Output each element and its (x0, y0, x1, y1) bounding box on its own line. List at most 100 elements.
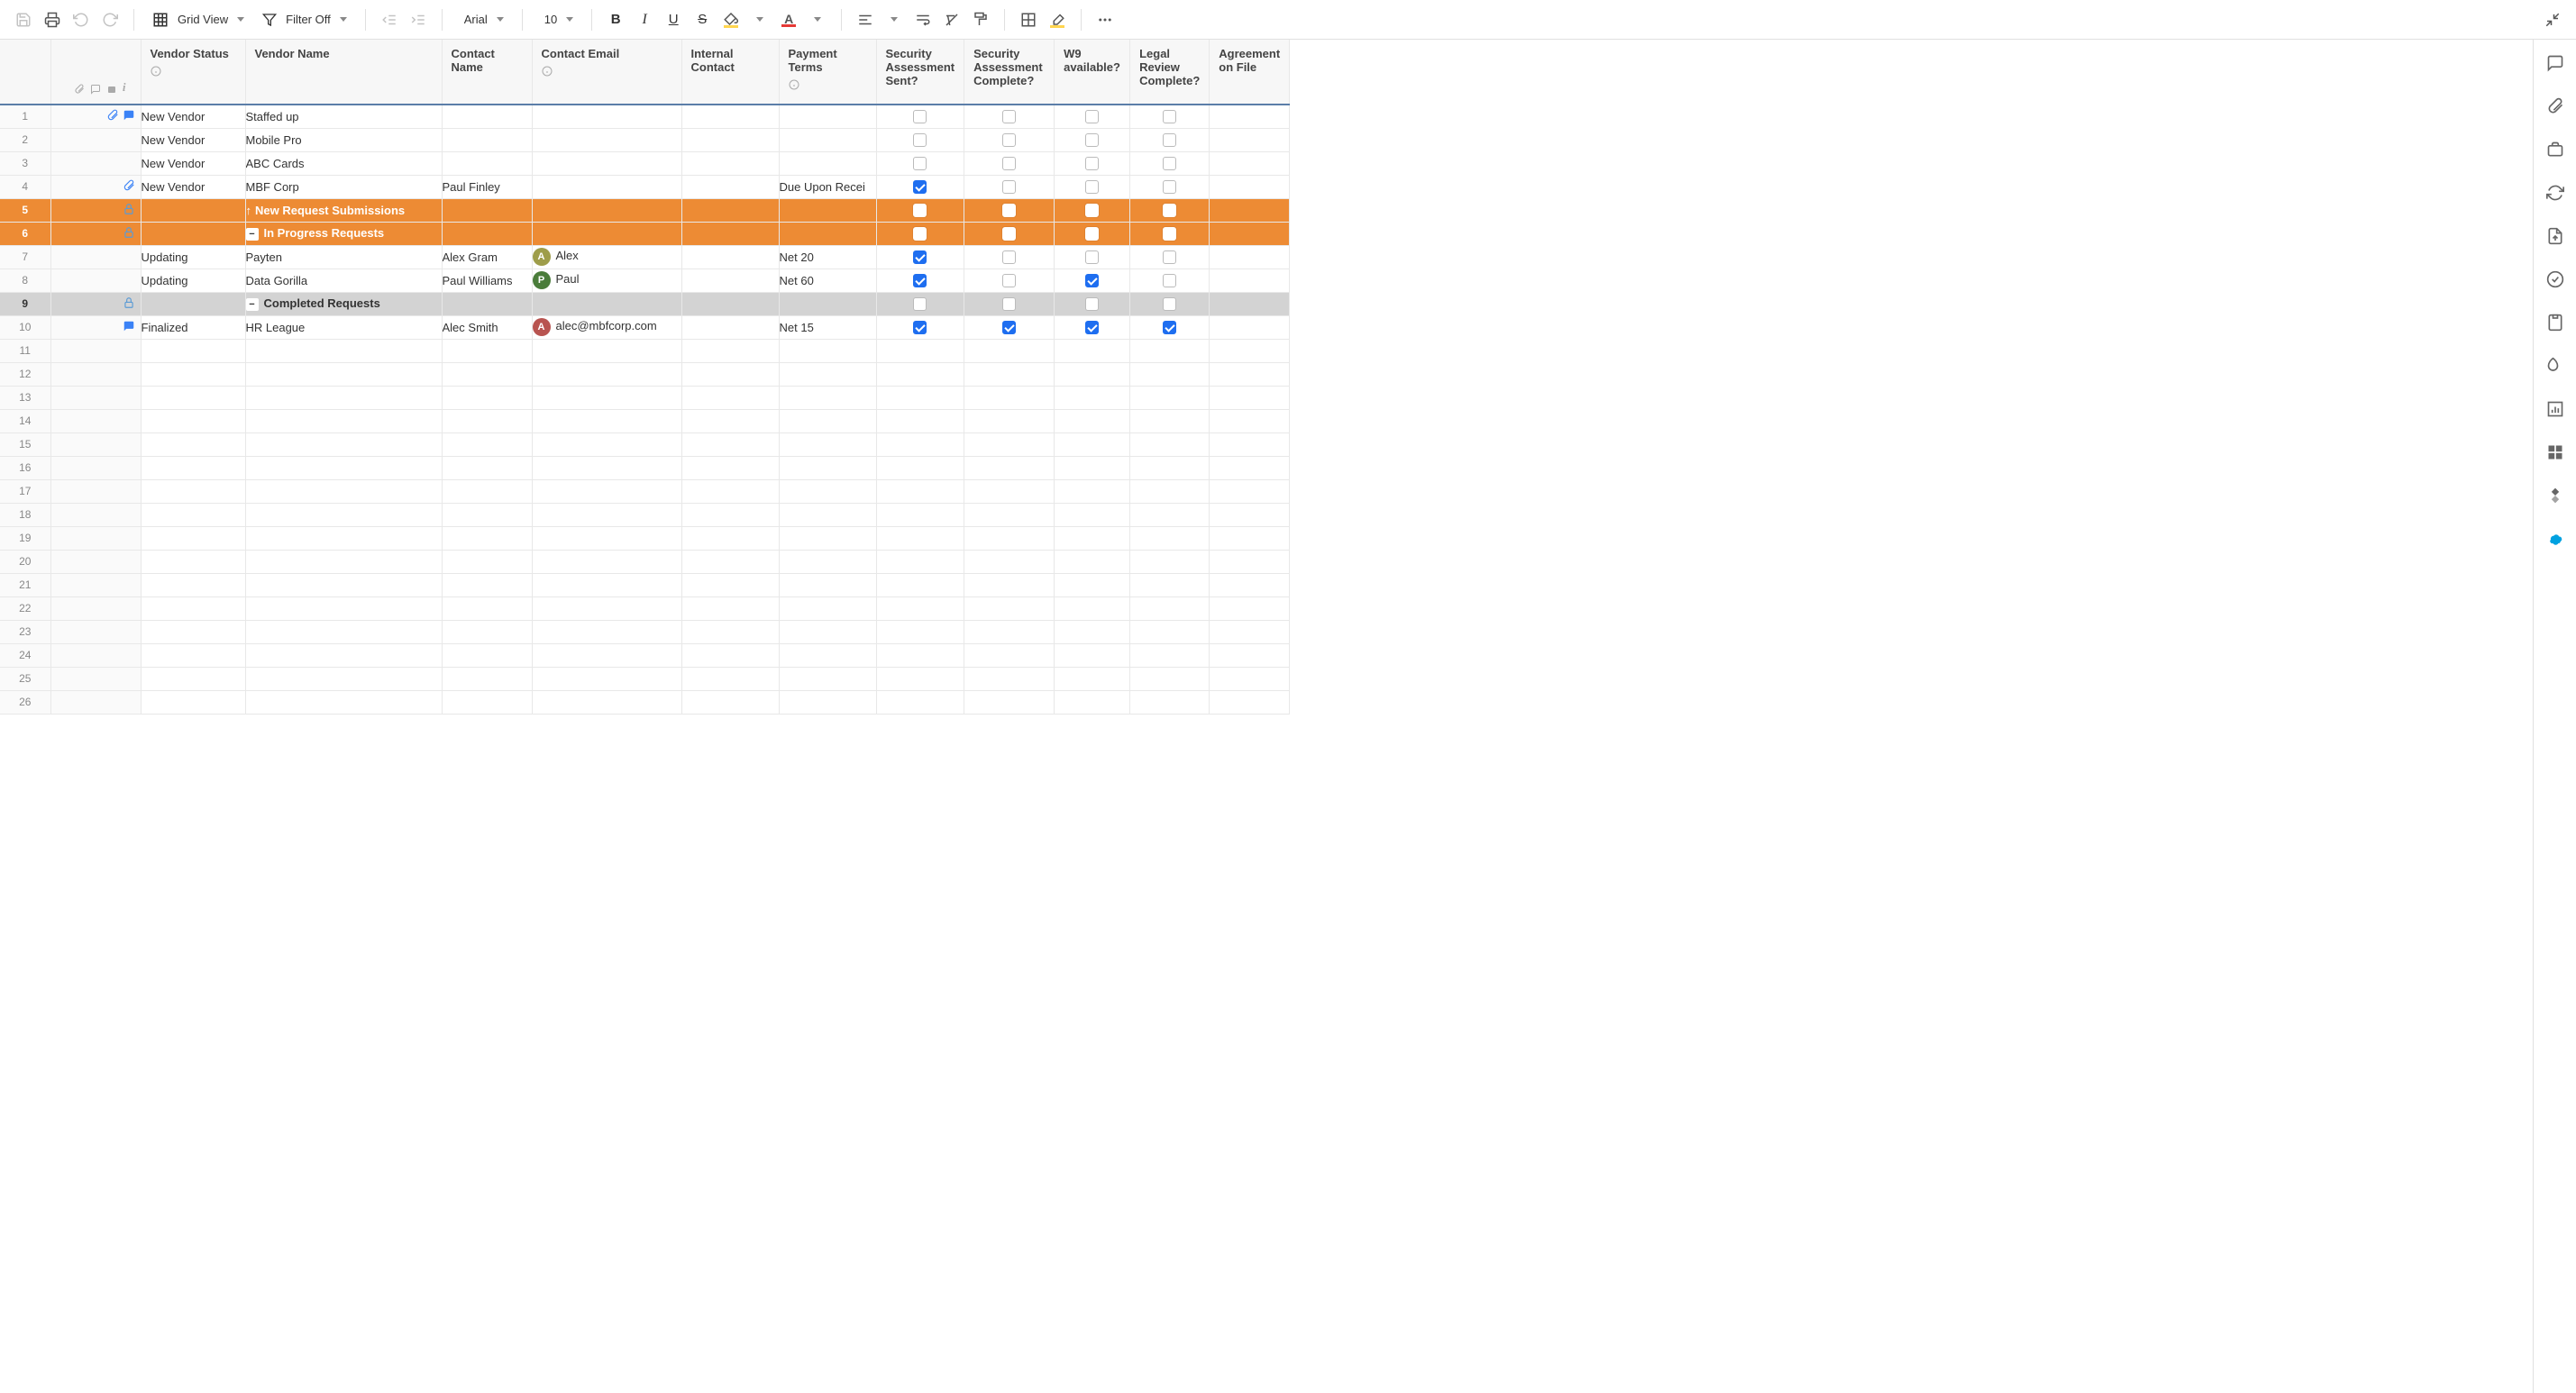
cell-vendor-status[interactable] (141, 292, 245, 315)
cell-payment-terms[interactable] (779, 105, 876, 128)
table-row[interactable]: 6 −In Progress Requests (0, 222, 1290, 245)
table-row[interactable]: 24 (0, 643, 1290, 667)
cell-vendor-name[interactable]: Payten (245, 245, 442, 269)
checkbox[interactable] (913, 297, 927, 311)
cell-contact-name[interactable] (442, 151, 532, 175)
cell-security-complete[interactable] (964, 269, 1055, 292)
cell-security-complete[interactable] (964, 315, 1055, 339)
comment-icon[interactable] (123, 320, 135, 335)
cell-legal-review[interactable] (1130, 269, 1210, 292)
table-row[interactable]: 25 (0, 667, 1290, 690)
conditional-format-icon[interactable] (1016, 7, 1041, 32)
table-row[interactable]: 4 New Vendor MBF Corp Paul Finley Due Up… (0, 175, 1290, 198)
table-row[interactable]: 1 New Vendor Staffed up (0, 105, 1290, 128)
cell-w9[interactable] (1055, 245, 1130, 269)
col-payment-terms[interactable]: Payment Terms (779, 40, 876, 105)
rail-brandfolder-icon[interactable] (2543, 353, 2568, 378)
checkbox[interactable] (1163, 227, 1176, 241)
grid-view-dropdown[interactable]: Grid View (145, 7, 251, 32)
checkbox[interactable] (913, 157, 927, 170)
col-w9[interactable]: W9 available? (1055, 40, 1130, 105)
row-number[interactable]: 23 (0, 620, 50, 643)
rail-update-requests-icon[interactable] (2543, 180, 2568, 205)
cell-vendor-name[interactable]: New Request Submissions (245, 198, 442, 222)
print-icon[interactable] (40, 7, 65, 32)
cell-w9[interactable] (1055, 105, 1130, 128)
format-painter-icon[interactable] (968, 7, 993, 32)
checkbox[interactable] (1163, 157, 1176, 170)
more-icon[interactable] (1092, 7, 1118, 32)
rail-proofs-icon[interactable] (2543, 137, 2568, 162)
col-legal-review[interactable]: Legal Review Complete? (1130, 40, 1210, 105)
checkbox[interactable] (913, 110, 927, 123)
cell-vendor-status[interactable]: New Vendor (141, 175, 245, 198)
cell-vendor-name[interactable]: MBF Corp (245, 175, 442, 198)
fill-color-caret[interactable] (747, 7, 772, 32)
cell-security-complete[interactable] (964, 245, 1055, 269)
cell-contact-email[interactable]: AAlex (532, 245, 681, 269)
checkbox[interactable] (1002, 180, 1016, 194)
checkbox[interactable] (913, 204, 927, 217)
wrap-icon[interactable] (910, 7, 936, 32)
checkbox[interactable] (913, 250, 927, 264)
cell-contact-email[interactable] (532, 175, 681, 198)
cell-internal-contact[interactable] (681, 151, 779, 175)
checkbox[interactable] (1085, 321, 1099, 334)
table-row[interactable]: 16 (0, 456, 1290, 479)
lock-icon[interactable] (123, 226, 135, 241)
cell-vendor-name[interactable]: Mobile Pro (245, 128, 442, 151)
cell-contact-name[interactable] (442, 105, 532, 128)
table-row[interactable]: 11 (0, 339, 1290, 362)
cell-agreement[interactable] (1210, 269, 1290, 292)
table-row[interactable]: 7 Updating Payten Alex Gram AAlex Net 20 (0, 245, 1290, 269)
cell-security-complete[interactable] (964, 151, 1055, 175)
row-number[interactable]: 1 (0, 105, 50, 128)
cell-security-sent[interactable] (876, 245, 964, 269)
col-contact-email[interactable]: Contact Email (532, 40, 681, 105)
cell-payment-terms[interactable] (779, 128, 876, 151)
table-row[interactable]: 19 (0, 526, 1290, 550)
checkbox[interactable] (913, 133, 927, 147)
indent-icon[interactable] (406, 7, 431, 32)
cell-payment-terms[interactable]: Net 60 (779, 269, 876, 292)
cell-contact-name[interactable]: Paul Williams (442, 269, 532, 292)
clear-format-icon[interactable] (939, 7, 964, 32)
attach-icon[interactable] (123, 179, 135, 195)
row-number[interactable]: 14 (0, 409, 50, 432)
col-security-complete[interactable]: Security Assessment Complete? (964, 40, 1055, 105)
row-number[interactable]: 13 (0, 386, 50, 409)
highlight-changes-icon[interactable] (1045, 7, 1070, 32)
checkbox[interactable] (1163, 297, 1176, 311)
checkbox[interactable] (913, 180, 927, 194)
rail-chart-icon[interactable] (2543, 396, 2568, 422)
row-number[interactable]: 19 (0, 526, 50, 550)
align-caret[interactable] (882, 7, 907, 32)
checkbox[interactable] (1085, 250, 1099, 264)
cell-security-complete[interactable] (964, 175, 1055, 198)
cell-security-sent[interactable] (876, 269, 964, 292)
cell-security-sent[interactable] (876, 315, 964, 339)
cell-contact-name[interactable]: Alex Gram (442, 245, 532, 269)
col-agreement[interactable]: Agreement on File (1210, 40, 1290, 105)
rail-conversations-icon[interactable] (2543, 50, 2568, 76)
checkbox[interactable] (913, 321, 927, 334)
checkbox[interactable] (1085, 227, 1099, 241)
cell-security-sent[interactable] (876, 128, 964, 151)
cell-vendor-status[interactable] (141, 222, 245, 245)
checkbox[interactable] (1002, 297, 1016, 311)
row-number[interactable]: 21 (0, 573, 50, 596)
cell-agreement[interactable] (1210, 315, 1290, 339)
row-number[interactable]: 22 (0, 596, 50, 620)
attach-icon[interactable] (106, 109, 119, 124)
table-row[interactable]: 10 Finalized HR League Alec Smith Aalec@… (0, 315, 1290, 339)
cell-w9[interactable] (1055, 175, 1130, 198)
rail-activity-log-icon[interactable] (2543, 267, 2568, 292)
cell-w9[interactable] (1055, 128, 1130, 151)
cell-payment-terms[interactable]: Due Upon Recei (779, 175, 876, 198)
cell-w9[interactable] (1055, 269, 1130, 292)
cell-payment-terms[interactable]: Net 15 (779, 315, 876, 339)
cell-vendor-name[interactable]: Staffed up (245, 105, 442, 128)
cell-legal-review[interactable] (1130, 315, 1210, 339)
cell-w9[interactable] (1055, 151, 1130, 175)
table-row[interactable]: 20 (0, 550, 1290, 573)
